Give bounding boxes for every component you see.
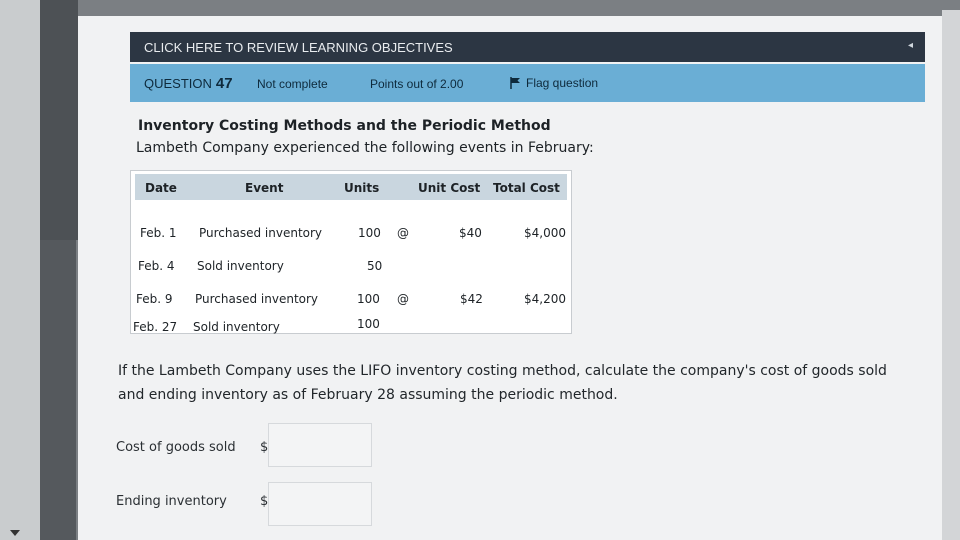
table-header-row: Date Event Units Unit Cost Total Cost [135, 174, 567, 200]
left-panel [40, 0, 78, 240]
question-number: 47 [215, 75, 233, 92]
header-total-cost: Total Cost [493, 181, 560, 195]
header-event: Event [245, 181, 284, 195]
table-row: Feb. 4 Sold inventory 50 [131, 252, 571, 282]
cursor-arrow-icon [10, 530, 20, 536]
points-label: Points out of 2.00 [370, 77, 464, 91]
inventory-events-table: Date Event Units Unit Cost Total Cost Fe… [130, 170, 572, 334]
collapse-icon[interactable]: ◂ [908, 40, 913, 51]
header-date: Date [145, 181, 177, 195]
cell-event: Sold inventory [193, 320, 280, 334]
cell-unit-cost: $40 [459, 226, 482, 240]
ending-inventory-label: Ending inventory [116, 494, 227, 509]
learning-objectives-bar[interactable]: CLICK HERE TO REVIEW LEARNING OBJECTIVES… [130, 32, 925, 62]
question-text: If the Lambeth Company uses the LIFO inv… [118, 363, 887, 403]
ending-inventory-input[interactable] [269, 483, 371, 525]
cell-units: 50 [367, 259, 383, 273]
cell-at: @ [397, 226, 409, 240]
problem-title: Inventory Costing Methods and the Period… [138, 118, 551, 134]
header-units: Units [344, 181, 380, 195]
cogs-input-box[interactable] [268, 423, 372, 467]
cell-date: Feb. 4 [138, 259, 175, 273]
problem-intro: Lambeth Company experienced the followin… [136, 140, 594, 156]
cell-units: 100 [357, 292, 380, 306]
header-unit-cost: Unit Cost [418, 181, 481, 195]
question-label: QUESTION 47 [144, 75, 233, 92]
cell-unit-cost: $42 [460, 292, 483, 306]
cogs-label: Cost of goods sold [116, 440, 236, 455]
cell-date: Feb. 9 [136, 292, 173, 306]
completion-status: Not complete [257, 77, 328, 91]
scrollbar[interactable] [942, 10, 960, 540]
question-info-bar: QUESTION 47 Not complete Points out of 2.… [130, 64, 925, 102]
cell-date: Feb. 27 [133, 320, 178, 334]
cell-total-cost: $4,000 [524, 226, 566, 240]
cell-units: 100 [358, 226, 381, 240]
ending-inventory-input-box[interactable] [268, 482, 372, 526]
left-bezel [0, 0, 78, 540]
learning-objectives-link[interactable]: CLICK HERE TO REVIEW LEARNING OBJECTIVES [144, 40, 453, 55]
cell-total-cost: $4,200 [524, 292, 566, 306]
cell-units: 100 [357, 317, 380, 331]
cell-event: Purchased inventory [195, 292, 319, 306]
table-row: Feb. 27 Sold inventory 100 [131, 317, 571, 334]
cell-event: Sold inventory [197, 259, 284, 273]
cell-date: Feb. 1 [140, 226, 177, 240]
cell-event: Purchased inventory [199, 226, 323, 240]
flag-question-button[interactable]: Flag question [510, 76, 598, 90]
cogs-input[interactable] [269, 424, 371, 466]
quiz-page: CLICK HERE TO REVIEW LEARNING OBJECTIVES… [78, 16, 942, 540]
table-row: Feb. 9 Purchased inventory 100 @ $42 $4,… [131, 285, 571, 315]
cell-at: @ [397, 292, 409, 306]
flag-icon [510, 77, 520, 89]
flag-question-label: Flag question [526, 76, 599, 90]
table-row: Feb. 1 Purchased inventory 100 @ $40 $4,… [131, 219, 571, 249]
